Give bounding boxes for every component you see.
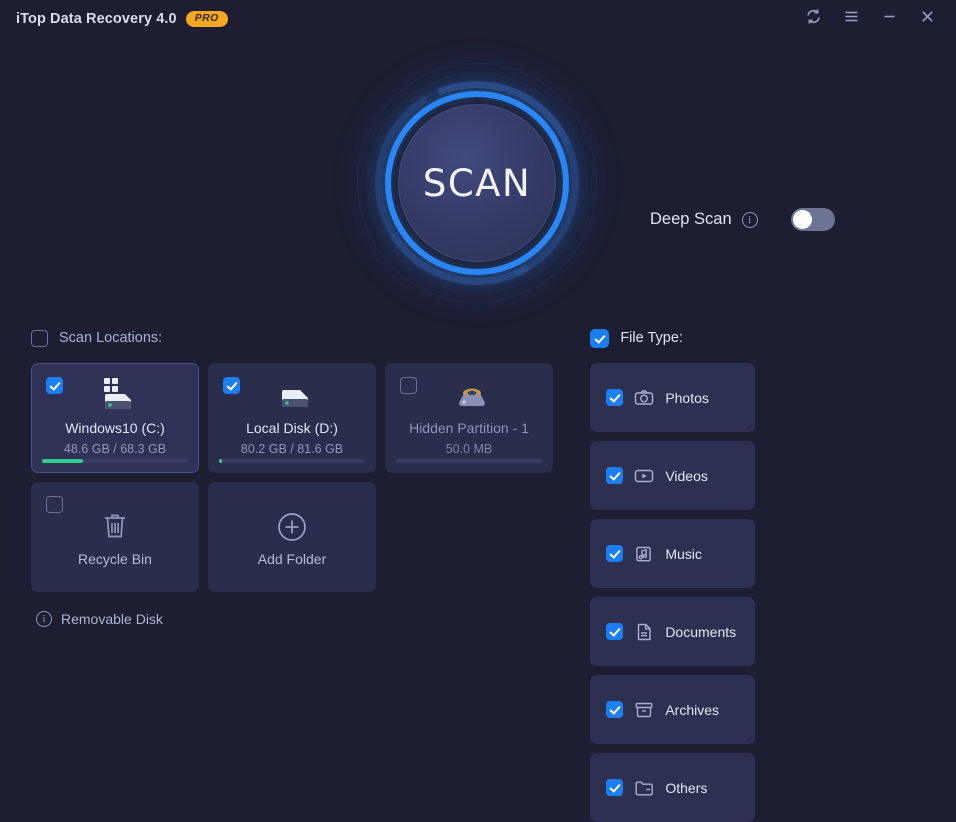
scan-locations-header: Scan Locations: bbox=[31, 323, 577, 353]
scan-locations-checkbox[interactable] bbox=[31, 329, 48, 347]
file-type-checkbox-music[interactable] bbox=[606, 545, 624, 562]
title-bar: iTop Data Recovery 4.0 PRO bbox=[0, 0, 956, 38]
file-type-header: File Type: bbox=[590, 323, 925, 353]
main-columns: Scan Locations: Windows10 (C:) 48.6 GB /… bbox=[0, 323, 956, 822]
file-type-photos[interactable]: Photos bbox=[590, 363, 756, 432]
archive-box-icon bbox=[634, 700, 654, 720]
file-type-label-archives: Archives bbox=[665, 701, 719, 718]
close-button[interactable] bbox=[910, 4, 944, 34]
trash-icon bbox=[32, 507, 198, 547]
location-capacity: 50.0 MB bbox=[445, 442, 493, 456]
location-card-add-folder[interactable]: Add Folder bbox=[208, 482, 376, 592]
deep-scan-label: Deep Scan bbox=[650, 210, 732, 228]
file-type-archives[interactable]: Archives bbox=[590, 675, 756, 744]
folder-icon bbox=[634, 778, 654, 798]
scan-locations-label: Scan Locations: bbox=[59, 330, 163, 346]
location-card-recycle-bin[interactable]: Recycle Bin bbox=[31, 482, 199, 592]
location-card-local-d[interactable]: Local Disk (D:) 80.2 GB / 81.6 GB bbox=[208, 363, 376, 473]
location-name: Windows10 (C:) bbox=[65, 420, 165, 436]
file-type-checkbox-photos[interactable] bbox=[606, 389, 624, 406]
location-usage-bar bbox=[219, 459, 365, 463]
toggle-knob bbox=[792, 210, 812, 229]
deep-scan-toggle[interactable] bbox=[790, 208, 835, 231]
file-type-music[interactable]: Music bbox=[590, 519, 756, 588]
removable-disk-label: Removable Disk bbox=[61, 611, 163, 627]
music-note-icon bbox=[634, 544, 654, 564]
recycle-bin-label: Recycle Bin bbox=[78, 551, 152, 567]
windows-drive-icon bbox=[32, 374, 198, 418]
window-controls bbox=[796, 4, 944, 34]
pro-badge: PRO bbox=[185, 11, 228, 27]
hamburger-menu-icon bbox=[843, 8, 860, 30]
minimize-icon bbox=[881, 8, 898, 30]
camera-icon bbox=[634, 388, 654, 408]
app-title: iTop Data Recovery 4.0 bbox=[16, 11, 177, 27]
file-type-checkbox-others[interactable] bbox=[606, 779, 624, 796]
removable-disk-link[interactable]: i Removable Disk bbox=[36, 611, 163, 627]
refresh-button[interactable] bbox=[796, 4, 830, 34]
video-play-icon bbox=[634, 466, 654, 486]
file-type-documents[interactable]: Documents bbox=[590, 597, 756, 666]
info-icon[interactable]: i bbox=[741, 211, 758, 228]
file-type-label-documents: Documents bbox=[665, 623, 737, 640]
file-type-label-others: Others bbox=[665, 779, 708, 796]
deep-scan-group: Deep Scan i bbox=[650, 208, 835, 231]
location-name: Hidden Partition - 1 bbox=[409, 420, 529, 436]
location-usage-fill bbox=[219, 459, 222, 463]
add-folder-label: Add Folder bbox=[257, 551, 327, 567]
hard-drive-icon bbox=[209, 374, 375, 418]
location-name: Local Disk (D:) bbox=[246, 420, 338, 436]
scan-hero: SCAN Deep Scan i bbox=[0, 38, 956, 323]
file-type-label-music: Music bbox=[665, 545, 702, 562]
file-type-grid: Photos Videos Music Documents Archives O… bbox=[590, 363, 925, 822]
file-type-label-videos: Videos bbox=[665, 467, 708, 484]
scan-locations-section: Scan Locations: Windows10 (C:) 48.6 GB /… bbox=[31, 323, 577, 822]
file-type-section: File Type: Photos Videos Music Documents… bbox=[590, 323, 925, 822]
file-type-others[interactable]: Others bbox=[590, 753, 756, 822]
file-type-videos[interactable]: Videos bbox=[590, 441, 756, 510]
close-icon bbox=[919, 8, 936, 30]
hidden-partition-icon bbox=[386, 374, 552, 418]
location-capacity: 80.2 GB / 81.6 GB bbox=[240, 442, 344, 456]
minimize-button[interactable] bbox=[872, 4, 906, 34]
file-type-checkbox[interactable] bbox=[590, 328, 610, 348]
file-type-checkbox-archives[interactable] bbox=[606, 701, 624, 718]
file-type-checkbox-videos[interactable] bbox=[606, 467, 624, 484]
info-icon: i bbox=[36, 611, 52, 627]
location-usage-fill bbox=[42, 459, 83, 463]
file-type-checkbox-documents[interactable] bbox=[606, 623, 624, 640]
scan-button[interactable]: SCAN bbox=[398, 104, 556, 262]
scan-button-assembly: SCAN bbox=[344, 50, 610, 316]
scan-locations-grid: Windows10 (C:) 48.6 GB / 68.3 GB Local D… bbox=[31, 363, 577, 592]
file-type-label: File Type: bbox=[620, 330, 683, 346]
location-usage-bar bbox=[396, 459, 542, 463]
location-capacity: 48.6 GB / 68.3 GB bbox=[63, 442, 167, 456]
plus-circle-icon bbox=[209, 507, 375, 547]
location-card-windows-c[interactable]: Windows10 (C:) 48.6 GB / 68.3 GB bbox=[31, 363, 199, 473]
location-usage-bar bbox=[42, 459, 188, 463]
refresh-icon bbox=[805, 8, 822, 30]
menu-button[interactable] bbox=[834, 4, 868, 34]
location-card-hidden-partition[interactable]: Hidden Partition - 1 50.0 MB bbox=[385, 363, 553, 473]
file-type-label-photos: Photos bbox=[665, 389, 709, 406]
scan-button-label: SCAN bbox=[422, 161, 532, 205]
document-icon bbox=[634, 622, 654, 642]
